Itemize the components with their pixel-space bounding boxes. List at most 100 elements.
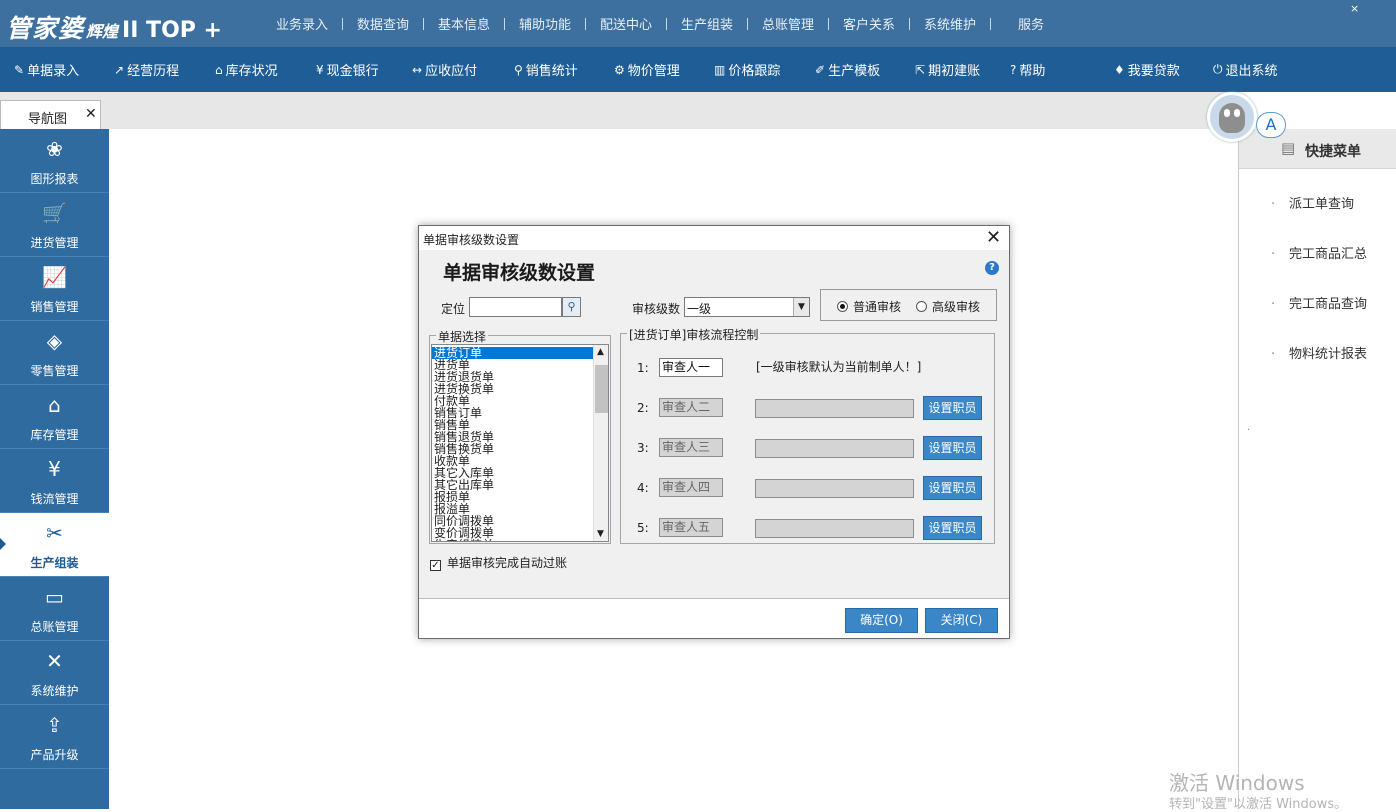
document-list-scrollbar[interactable]: ▲ ▼ xyxy=(593,345,608,541)
quick-menu-extra-bullet: · xyxy=(1247,425,1251,436)
toolbar-item[interactable]: ♦ 我要贷款 xyxy=(1114,47,1180,92)
toolbar-item[interactable]: ✎ 单据录入 xyxy=(14,47,79,92)
top-menu-item[interactable]: 辅助功能 xyxy=(511,14,579,33)
document-list-item[interactable]: 其它入库单 xyxy=(432,467,593,479)
audit-level-dialog: 单据审核级数设置 ✕ 单据审核级数设置 ? 定位 ⚲ 审核级数 一级 ▼ 普通审… xyxy=(418,225,1010,639)
toolbar-item[interactable]: ⚲ 销售统计 xyxy=(514,47,578,92)
audit-level-select[interactable]: 一级 ▼ xyxy=(684,297,810,317)
document-list-item[interactable]: 进货退货单 xyxy=(432,371,593,383)
audit-flow-group: [进货订单]审核流程控制 [一级审核默认为当前制单人！] 1: 审查人一 2: 审查人… xyxy=(620,326,995,544)
document-list-item[interactable]: 进货换货单 xyxy=(432,383,593,395)
set-staff-button[interactable]: 设置职员 xyxy=(923,516,982,540)
locate-input[interactable] xyxy=(469,297,562,317)
home-icon: ⌂ xyxy=(215,62,223,77)
sidebar-item[interactable]: ⌂ 库存管理 xyxy=(0,385,109,449)
dialog-close-icon[interactable]: ✕ xyxy=(986,227,1001,248)
quick-menu-item[interactable]: · 完工商品查询 xyxy=(1271,293,1367,312)
tools-icon: ✕ xyxy=(46,649,63,673)
toolbar-item[interactable]: ▥ 价格跟踪 xyxy=(714,47,780,92)
bullet: · xyxy=(1271,197,1276,212)
sidebar-item[interactable]: ❀ 图形报表 xyxy=(0,129,109,193)
toolbar-item[interactable]: ? 帮助 xyxy=(1010,47,1045,92)
document-list-item[interactable]: 其它出库单 xyxy=(432,479,593,491)
document-list[interactable]: 进货订单 进货单 进货退货单 进货换货单 付款单 销售订单 销售单 销售退货单 销售换货单 收款单… xyxy=(431,344,609,542)
document-list-item[interactable]: 进货订单 xyxy=(432,347,593,359)
sidebar-item[interactable]: ◈ 零售管理 xyxy=(0,321,109,385)
top-menu-item[interactable]: 服务 xyxy=(997,14,1065,33)
auto-post-checkbox[interactable]: ✓ 单据审核完成自动过账 xyxy=(430,554,567,571)
reviewer-field[interactable]: 审查人一 xyxy=(659,358,723,377)
top-menu-item[interactable]: 客户关系 xyxy=(835,14,903,33)
scroll-up-icon[interactable]: ▲ xyxy=(597,347,604,357)
house-icon: ⌂ xyxy=(48,393,61,417)
sidebar-item[interactable]: ✂ 生产组装 xyxy=(0,513,109,577)
sidebar-item[interactable]: ¥ 钱流管理 xyxy=(0,449,109,513)
toolbar-item[interactable]: ↗ 经营历程 xyxy=(114,47,179,92)
document-list-item[interactable]: 收款单 xyxy=(432,455,593,467)
quick-menu-label: 物料统计报表 xyxy=(1289,347,1368,362)
close-button[interactable]: 关闭(C) xyxy=(925,608,998,633)
document-list-item[interactable]: 报损单 xyxy=(432,491,593,503)
assistant-avatar[interactable] xyxy=(1207,92,1257,142)
top-menu-item[interactable]: 配送中心 xyxy=(592,14,660,33)
radio-advanced-audit[interactable]: 高级审核 xyxy=(916,298,980,315)
quick-menu-item[interactable]: · 完工商品汇总 xyxy=(1271,243,1367,262)
document-list-item[interactable]: 销售单 xyxy=(432,419,593,431)
sidebar: ❀ 图形报表 🛒 进货管理 📈 销售管理 ◈ 零售管理 ⌂ 库存管理 ¥ 钱流管理 ✂ 生产组装 ▭ 总账管理… xyxy=(0,129,109,809)
reviewer-staff-field xyxy=(755,439,914,458)
set-staff-button[interactable]: 设置职员 xyxy=(923,396,982,420)
sidebar-item[interactable]: 📈 销售管理 xyxy=(0,257,109,321)
quick-menu-item[interactable]: · 派工单查询 xyxy=(1271,193,1354,212)
toolbar-item[interactable]: ⌂ 库存状况 xyxy=(215,47,278,92)
radio-normal-audit[interactable]: 普通审核 xyxy=(837,298,901,315)
scroll-down-icon[interactable]: ▼ xyxy=(597,529,604,539)
tab-close-icon[interactable]: ✕ xyxy=(85,106,97,122)
tab-navigation-map[interactable]: 导航图 ✕ xyxy=(0,100,101,129)
top-menu-item[interactable]: 生产组装 xyxy=(673,14,741,33)
toolbar-label: 销售统计 xyxy=(525,64,578,79)
sidebar-item[interactable]: ⇪ 产品升级 xyxy=(0,705,109,769)
chevron-down-icon[interactable]: ▼ xyxy=(793,298,809,316)
set-staff-button[interactable]: 设置职员 xyxy=(923,476,982,500)
ok-button[interactable]: 确定(O) xyxy=(845,608,918,633)
toolbar-item[interactable]: ⚙ 物价管理 xyxy=(614,47,680,92)
help-icon[interactable]: ? xyxy=(985,261,999,275)
document-list-item[interactable]: 销售换货单 xyxy=(432,443,593,455)
top-menu-item[interactable]: 业务录入 xyxy=(268,14,336,33)
window-close-icon[interactable]: × xyxy=(1350,2,1359,15)
quick-menu-item[interactable]: · 物料统计报表 xyxy=(1271,343,1367,362)
set-staff-button[interactable]: 设置职员 xyxy=(923,436,982,460)
toolbar-label: 物价管理 xyxy=(627,64,680,79)
menu-separator xyxy=(747,17,748,30)
sidebar-item[interactable]: 🛒 进货管理 xyxy=(0,193,109,257)
document-list-item[interactable]: 报溢单 xyxy=(432,503,593,515)
top-menu-item[interactable]: 基本信息 xyxy=(430,14,498,33)
document-list-item[interactable]: 销售退货单 xyxy=(432,431,593,443)
toolbar-item[interactable]: ⏻ 退出系统 xyxy=(1213,47,1278,92)
assistant-badge[interactable]: A xyxy=(1256,112,1286,138)
document-list-item[interactable]: 销售订单 xyxy=(432,407,593,419)
dialog-titlebar: 单据审核级数设置 ✕ xyxy=(419,226,1009,250)
top-bar: 管家婆 辉煌 II TOP + 业务录入 数据查询 基本信息 辅助功能 配送中心 生产组装 总账… xyxy=(0,0,1396,47)
toolbar-item[interactable]: ✐ 生产模板 xyxy=(815,47,880,92)
top-menu-item[interactable]: 数据查询 xyxy=(349,14,417,33)
top-menu-item[interactable]: 总账管理 xyxy=(754,14,822,33)
scroll-thumb[interactable] xyxy=(595,365,608,413)
document-list-item[interactable]: 生产组装单 xyxy=(432,539,593,541)
locate-search-icon[interactable]: ⚲ xyxy=(562,297,581,317)
document-list-item[interactable]: 付款单 xyxy=(432,395,593,407)
document-list-item[interactable]: 进货单 xyxy=(432,359,593,371)
document-list-item[interactable]: 变价调拨单 xyxy=(432,527,593,539)
toolbar-item[interactable]: ↔ 应收应付 xyxy=(412,47,477,92)
logo-sub-text: 辉煌 xyxy=(86,22,119,41)
monitor-icon: ▭ xyxy=(45,585,64,609)
sidebar-item[interactable]: ▭ 总账管理 xyxy=(0,577,109,641)
toolbar-item[interactable]: ¥ 现金银行 xyxy=(316,47,379,92)
sidebar-item[interactable]: ✕ 系统维护 xyxy=(0,641,109,705)
toolbar-item[interactable]: ⇱ 期初建账 xyxy=(915,47,980,92)
bullet: · xyxy=(1271,297,1276,312)
document-list-item[interactable]: 同价调拨单 xyxy=(432,515,593,527)
audit-flow-label: [进货订单]审核流程控制 xyxy=(627,326,761,343)
top-menu-item[interactable]: 系统维护 xyxy=(916,14,984,33)
toolbar-label: 现金银行 xyxy=(326,64,379,79)
